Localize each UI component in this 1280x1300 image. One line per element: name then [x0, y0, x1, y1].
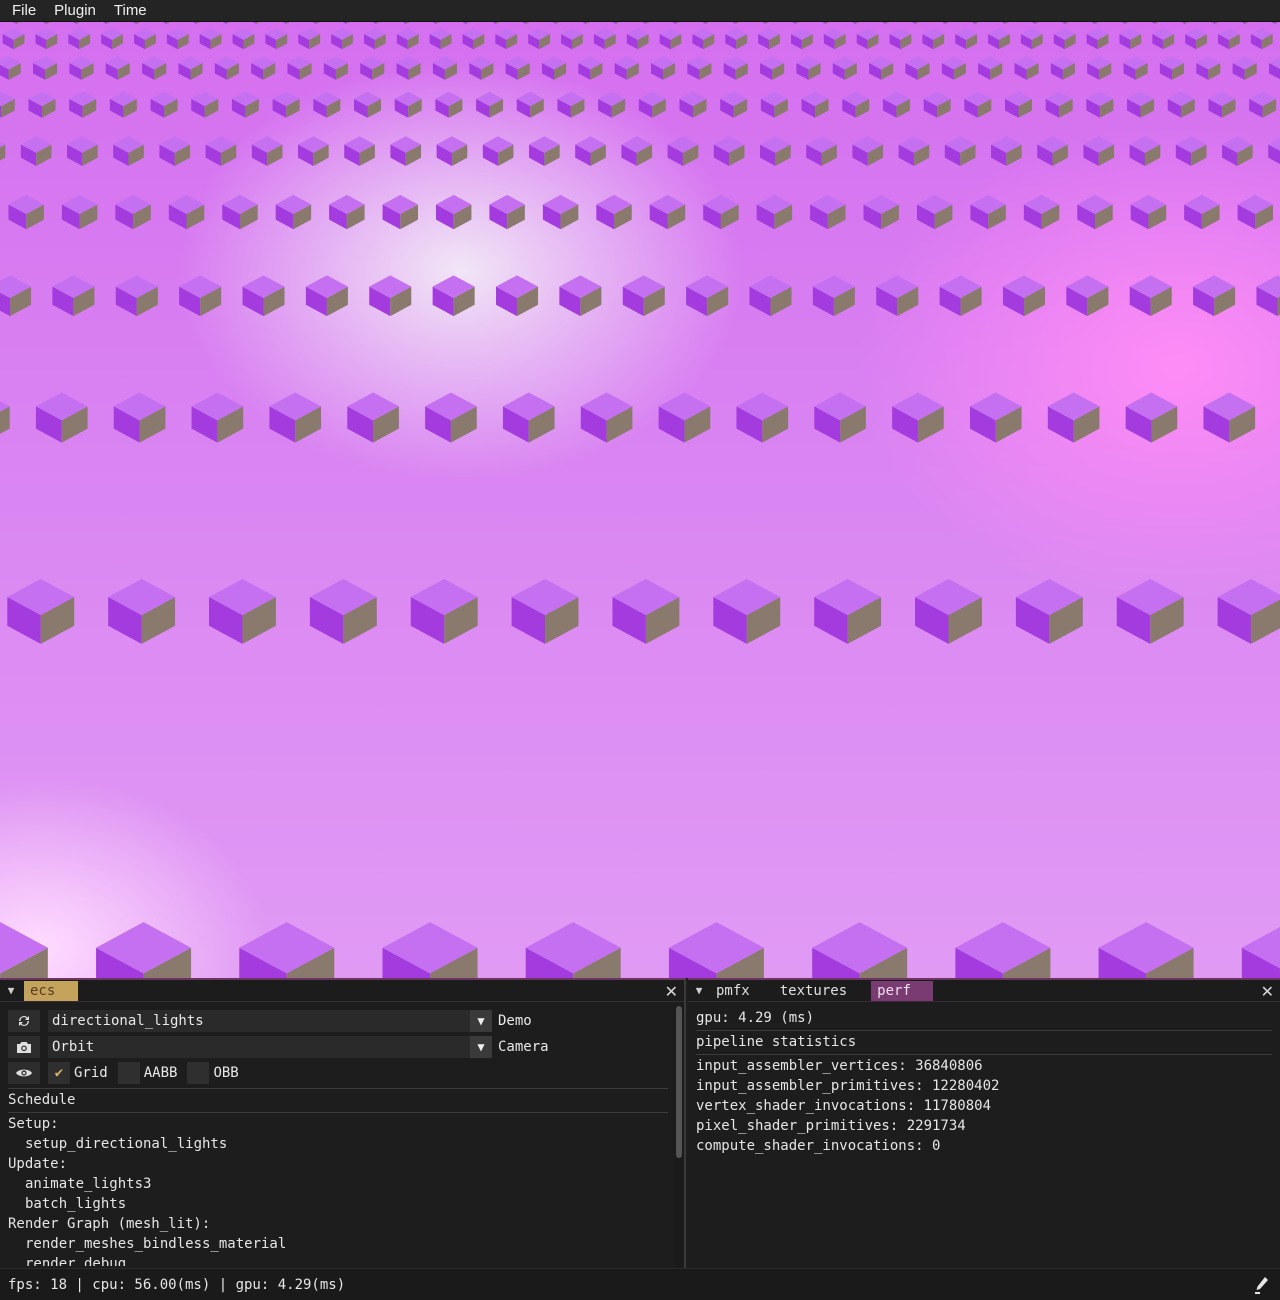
divider — [696, 1030, 1272, 1031]
pipeline-stats-header[interactable]: pipeline statistics — [696, 1034, 856, 1050]
close-icon[interactable]: ✕ — [1261, 982, 1274, 1001]
demo-select-value: directional_lights — [52, 1013, 204, 1029]
menu-file[interactable]: File — [6, 0, 42, 22]
camera-row: Orbit ▼ Camera — [8, 1036, 549, 1058]
collapse-icon[interactable]: ▼ — [688, 980, 710, 1002]
stat-line: input_assembler_primitives: 12280402 — [696, 1078, 1000, 1094]
grid-checkbox[interactable]: ✔ — [48, 1062, 70, 1084]
ecs-panel: ▼ ecs ✕ directional_lights ▼ Demo Orbit … — [0, 978, 686, 1268]
status-text: fps: 18 | cpu: 56.00(ms) | gpu: 4.29(ms) — [8, 1276, 346, 1293]
stat-line: vertex_shader_invocations: 11780804 — [696, 1098, 992, 1114]
schedule-line: animate_lights3 — [25, 1176, 152, 1192]
demo-row: directional_lights ▼ Demo — [8, 1010, 532, 1032]
menu-time[interactable]: Time — [108, 0, 153, 22]
scene-render — [0, 22, 1280, 978]
scene-viewport[interactable] — [0, 22, 1280, 978]
tab-pmfx[interactable]: pmfx — [710, 981, 756, 1001]
schedule-line: Update: — [8, 1156, 68, 1172]
close-icon[interactable]: ✕ — [665, 982, 678, 1001]
visibility-row: ✔ Grid AABB OBB — [8, 1062, 249, 1084]
divider — [8, 1112, 668, 1113]
tab-ecs[interactable]: ecs — [24, 980, 78, 1001]
perf-panel: ▼ pmfx textures perf ✕ gpu: 4.29 (ms) pi… — [688, 978, 1280, 1268]
schedule-line: setup_directional_lights — [25, 1136, 228, 1152]
status-bar: fps: 18 | cpu: 56.00(ms) | gpu: 4.29(ms) — [0, 1268, 1280, 1300]
camera-select[interactable]: Orbit ▼ — [48, 1036, 492, 1058]
obb-checkbox-label: OBB — [213, 1065, 239, 1081]
stat-line: pixel_shader_primitives: 2291734 — [696, 1118, 966, 1134]
camera-label: Camera — [498, 1039, 549, 1055]
perf-panel-header: ▼ pmfx textures perf ✕ — [688, 980, 1280, 1002]
menu-plugin[interactable]: Plugin — [48, 0, 102, 22]
scrollbar-thumb[interactable] — [676, 1006, 682, 1158]
pencil-icon[interactable] — [1254, 1275, 1270, 1295]
refresh-icon[interactable] — [8, 1010, 40, 1032]
divider — [8, 1088, 668, 1089]
divider — [696, 1054, 1272, 1055]
stat-line: input_assembler_vertices: 36840806 — [696, 1058, 983, 1074]
schedule-line: batch_lights — [25, 1196, 127, 1212]
ecs-panel-header: ▼ ecs ✕ — [0, 980, 684, 1002]
camera-select-value: Orbit — [52, 1039, 95, 1055]
schedule-line: Render Graph (mesh_lit): — [8, 1216, 211, 1232]
demo-label: Demo — [498, 1013, 532, 1029]
schedule-header[interactable]: Schedule — [8, 1092, 75, 1108]
chevron-down-icon[interactable]: ▼ — [470, 1036, 492, 1058]
tab-textures[interactable]: textures — [774, 981, 853, 1001]
collapse-icon[interactable]: ▼ — [0, 980, 22, 1002]
schedule-line: render_meshes_bindless_material — [25, 1236, 287, 1252]
aabb-checkbox[interactable] — [117, 1062, 140, 1084]
schedule-line: render_debug — [25, 1256, 127, 1266]
ecs-scrollbar[interactable] — [674, 1004, 684, 1268]
schedule-line: Setup: — [8, 1116, 59, 1132]
grid-checkbox-label: Grid — [74, 1065, 108, 1081]
gpu-time: gpu: 4.29 (ms) — [696, 1010, 815, 1026]
stat-line: compute_shader_invocations: 0 — [696, 1138, 941, 1154]
tab-perf[interactable]: perf — [871, 980, 934, 1001]
menu-bar: File Plugin Time — [0, 0, 1280, 22]
eye-icon[interactable] — [8, 1062, 40, 1084]
camera-icon[interactable] — [8, 1036, 40, 1058]
chevron-down-icon[interactable]: ▼ — [470, 1010, 492, 1032]
aabb-checkbox-label: AABB — [143, 1065, 178, 1081]
demo-select[interactable]: directional_lights ▼ — [48, 1010, 492, 1032]
obb-checkbox[interactable] — [187, 1062, 210, 1084]
